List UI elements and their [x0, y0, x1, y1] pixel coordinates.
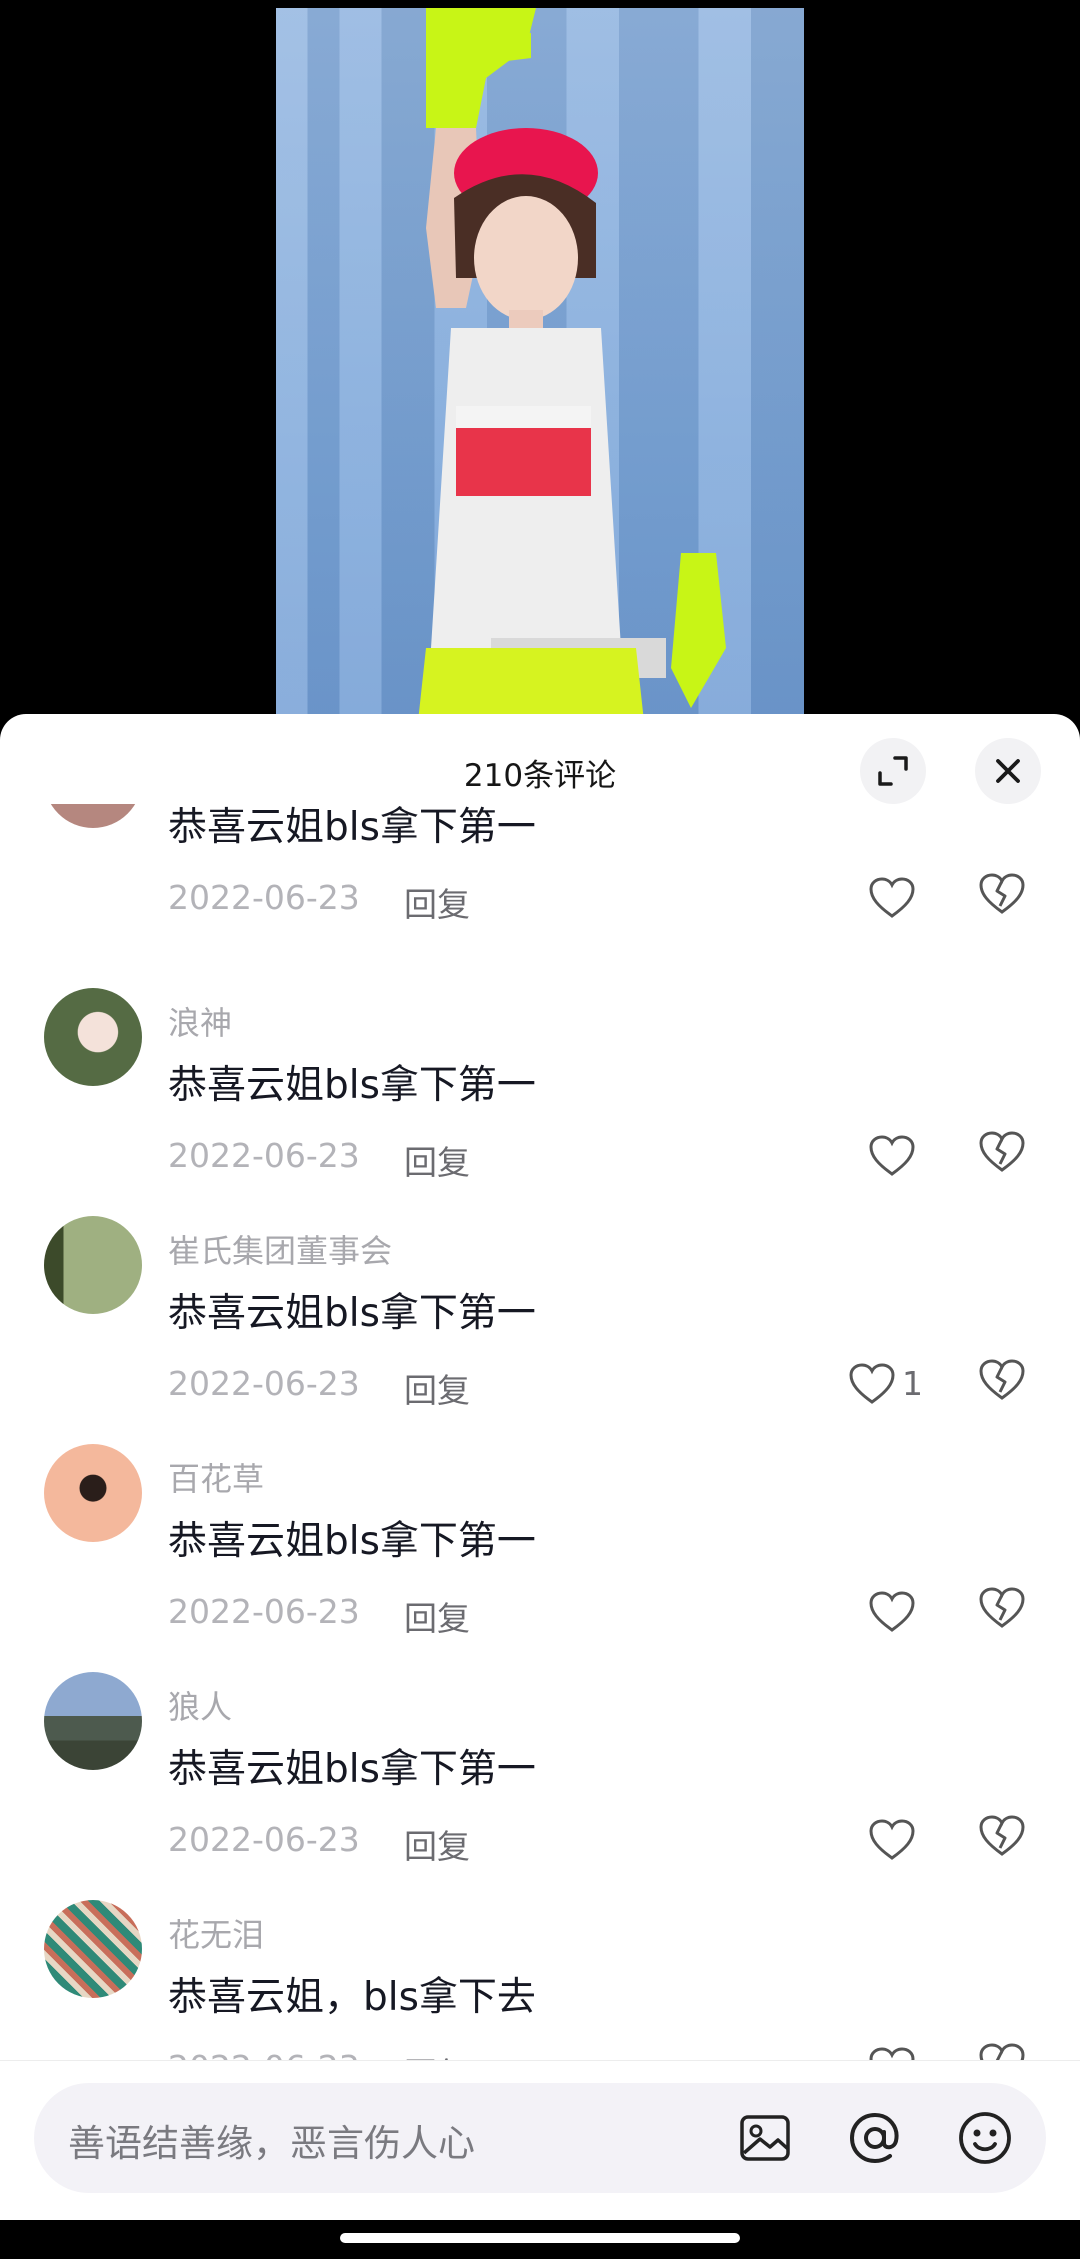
- avatar[interactable]: [44, 1216, 142, 1314]
- like-button[interactable]: [868, 1130, 920, 1182]
- comment-item: 崔氏集团董事会 恭喜云姐bls拿下第一 2022-06-23 回复 1: [0, 1216, 1080, 1444]
- comment-text: 恭喜云姐bls拿下第一: [168, 1063, 536, 1108]
- comment-username[interactable]: 崔氏集团董事会: [168, 1226, 392, 1272]
- comments-sheet: 210条评论 恭喜云姐bls拿下第一 2022-06-23 回复 浪神 恭喜云姐…: [0, 714, 1080, 2259]
- like-button[interactable]: [868, 1814, 920, 1866]
- reply-button[interactable]: 回复: [404, 1364, 470, 1412]
- emoji-icon[interactable]: [954, 2107, 1016, 2169]
- comment-item: 浪神 恭喜云姐bls拿下第一 2022-06-23 回复: [0, 988, 1080, 1216]
- heart-icon: [869, 1591, 915, 1632]
- comment-item: 恭喜云姐bls拿下第一 2022-06-23 回复: [0, 804, 1080, 958]
- comment-item: 百花草 恭喜云姐bls拿下第一 2022-06-23 回复: [0, 1444, 1080, 1672]
- comment-text: 恭喜云姐bls拿下第一: [168, 805, 536, 850]
- dislike-button[interactable]: [978, 872, 1030, 924]
- expand-button[interactable]: [860, 738, 926, 804]
- comment-date: 2022-06-23: [168, 1592, 360, 1631]
- broken-heart-icon: [979, 873, 1025, 914]
- reply-button[interactable]: 回复: [404, 1592, 470, 1640]
- like-button[interactable]: [848, 1358, 900, 1410]
- comment-date: 2022-06-23: [168, 1136, 360, 1175]
- avatar[interactable]: [44, 988, 142, 1086]
- dislike-button[interactable]: [978, 1586, 1030, 1638]
- sheet-header: 210条评论: [0, 714, 1080, 814]
- comment-text: 恭喜云姐bls拿下第一: [168, 1291, 536, 1336]
- like-button[interactable]: [868, 1586, 920, 1638]
- close-button[interactable]: [975, 738, 1041, 804]
- heart-icon: [869, 877, 915, 918]
- avatar[interactable]: [44, 1900, 142, 1998]
- comment-input-placeholder: 善语结善缘，恶言伤人心: [68, 2122, 475, 2165]
- reply-button[interactable]: 回复: [404, 1820, 470, 1868]
- expand-icon: [878, 756, 908, 786]
- comment-date: 2022-06-23: [168, 1364, 360, 1403]
- video-player[interactable]: [0, 0, 1080, 740]
- comment-username[interactable]: 花无泪: [168, 1910, 264, 1956]
- comment-date: 2022-06-23: [168, 878, 360, 917]
- comment-username[interactable]: 百花草: [168, 1454, 264, 1500]
- video-frame: [276, 8, 804, 740]
- comment-text: 恭喜云姐bls拿下第一: [168, 1747, 536, 1792]
- broken-heart-icon: [979, 1131, 1025, 1172]
- broken-heart-icon: [979, 1587, 1025, 1628]
- avatar[interactable]: [44, 1444, 142, 1542]
- dancer-illustration: [416, 8, 726, 740]
- home-indicator[interactable]: [340, 2233, 740, 2243]
- like-count: 1: [902, 1364, 923, 1403]
- avatar[interactable]: [44, 1672, 142, 1770]
- like-button[interactable]: [868, 872, 920, 924]
- heart-icon: [869, 1819, 915, 1860]
- comment-list[interactable]: 恭喜云姐bls拿下第一 2022-06-23 回复 浪神 恭喜云姐bls拿下第一…: [0, 804, 1080, 2066]
- image-icon[interactable]: [734, 2107, 796, 2169]
- comment-item: 花无泪 恭喜云姐，bls拿下去 2022-06-23 回复: [0, 1900, 1080, 2066]
- at-icon[interactable]: [844, 2107, 906, 2169]
- comment-input[interactable]: 善语结善缘，恶言伤人心: [34, 2083, 1046, 2193]
- comment-text: 恭喜云姐bls拿下第一: [168, 1519, 536, 1564]
- comment-item: 狼人 恭喜云姐bls拿下第一 2022-06-23 回复: [0, 1672, 1080, 1900]
- dislike-button[interactable]: [978, 1814, 1030, 1866]
- comment-date: 2022-06-23: [168, 1820, 360, 1859]
- dislike-button[interactable]: [978, 1358, 1030, 1410]
- comment-input-bar: 善语结善缘，恶言伤人心: [0, 2060, 1080, 2220]
- comment-username[interactable]: 浪神: [168, 998, 232, 1044]
- reply-button[interactable]: 回复: [404, 878, 470, 926]
- dislike-button[interactable]: [978, 1130, 1030, 1182]
- comment-username[interactable]: 狼人: [168, 1682, 232, 1728]
- close-icon: [996, 759, 1020, 783]
- heart-icon: [869, 1135, 915, 1176]
- comment-text: 恭喜云姐，bls拿下去: [168, 1975, 536, 2020]
- broken-heart-icon: [979, 1359, 1025, 1400]
- avatar[interactable]: [44, 804, 142, 828]
- reply-button[interactable]: 回复: [404, 1136, 470, 1184]
- broken-heart-icon: [979, 1815, 1025, 1856]
- heart-icon: [849, 1363, 895, 1404]
